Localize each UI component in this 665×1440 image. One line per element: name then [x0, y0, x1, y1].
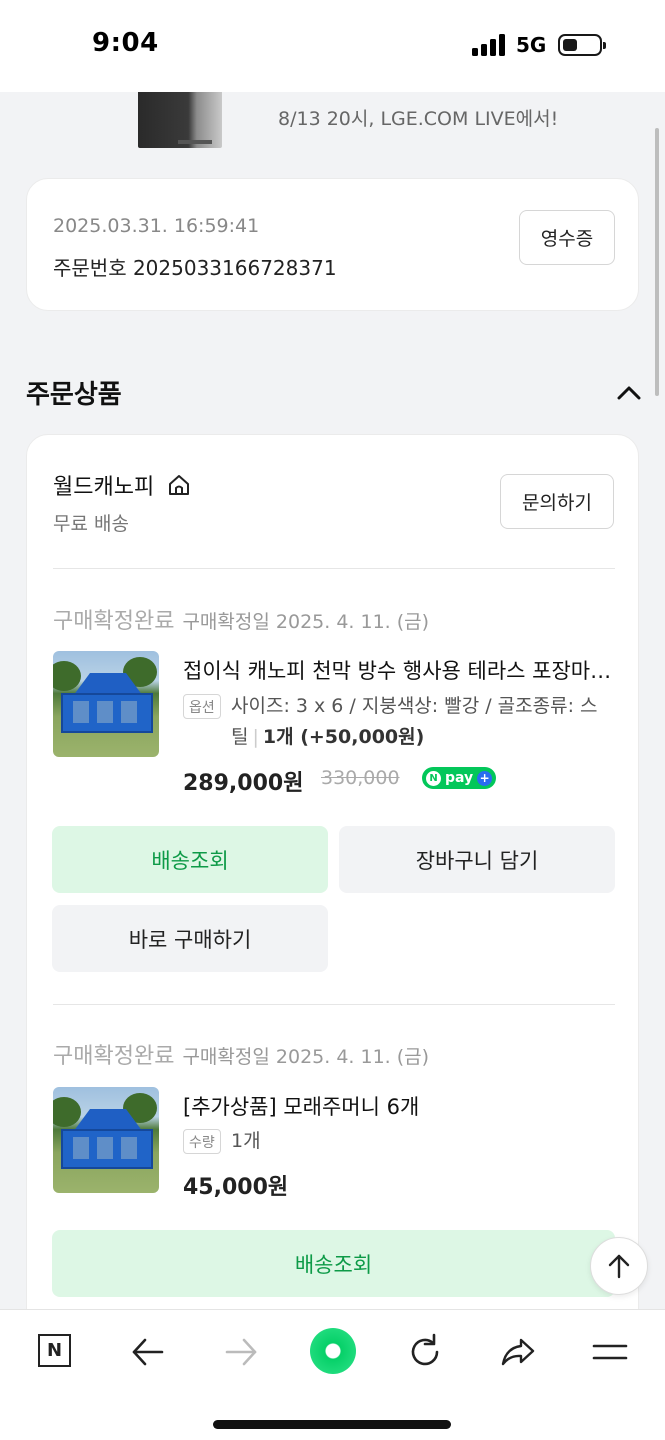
- back-arrow-icon[interactable]: [128, 1332, 168, 1372]
- quantity-tag: 수량: [183, 1129, 221, 1154]
- divider: [53, 568, 615, 569]
- inquiry-button[interactable]: 문의하기: [500, 474, 614, 529]
- status-label: 구매확정완료: [53, 1044, 175, 1069]
- status-time: 9:04: [92, 28, 159, 58]
- signal-icon: [472, 34, 508, 56]
- confirm-date: 구매확정일 2025. 4. 11. (금): [182, 1046, 430, 1068]
- option-quantity: 1개 (+50,000원): [262, 726, 425, 748]
- naver-n-icon[interactable]: N: [38, 1334, 71, 1367]
- item-status: 구매확정완료 구매확정일 2025. 4. 11. (금): [53, 603, 429, 635]
- chevron-up-icon[interactable]: [614, 380, 644, 404]
- receipt-button[interactable]: 영수증: [519, 210, 615, 265]
- menu-icon[interactable]: [590, 1332, 630, 1372]
- browser-toolbar: N: [0, 1309, 665, 1440]
- divider: [53, 1004, 615, 1005]
- order-number: 주문번호 2025033166728371: [53, 256, 337, 280]
- status-bar: 9:04 5G: [0, 0, 665, 92]
- option-line: 사이즈: 3 x 6 / 지붕색상: 빨강 / 골조종류: 스: [231, 695, 598, 717]
- banner-subtitle: 8/13 20시, LGE.COM LIVE에서!: [278, 108, 559, 130]
- status-label: 구매확정완료: [53, 609, 175, 634]
- track-delivery-button[interactable]: 배송조회: [52, 826, 328, 893]
- section-title: 주문상품: [26, 380, 122, 410]
- network-type: 5G: [516, 33, 547, 57]
- confirm-date: 구매확정일 2025. 4. 11. (금): [182, 611, 430, 633]
- product-title[interactable]: [추가상품] 모래주머니 6개: [183, 1091, 615, 1121]
- banner-product-image: [138, 92, 222, 148]
- order-items-card: 월드캐노피 무료 배송 문의하기 구매확정완료구매확정일 2025. 4. 11…: [26, 434, 639, 1334]
- home-indicator: [213, 1420, 451, 1429]
- product-thumbnail[interactable]: [53, 1087, 159, 1193]
- product-title[interactable]: 접이식 캐노피 천막 방수 행사용 테라스 포장마차 캠핑 그늘막: [183, 655, 615, 685]
- share-icon[interactable]: [498, 1332, 538, 1372]
- scrollbar[interactable]: [655, 128, 659, 396]
- green-dot-icon[interactable]: [310, 1328, 356, 1374]
- track-delivery-button[interactable]: 배송조회: [52, 1230, 615, 1297]
- add-to-cart-button[interactable]: 장바구니 담기: [339, 826, 615, 893]
- npay-n-icon: N: [426, 770, 441, 786]
- npay-label: pay: [445, 770, 474, 786]
- shipping-info: 무료 배송: [53, 513, 129, 535]
- item-price: 289,000원: [183, 771, 304, 796]
- npay-plus-badge: Npay +: [422, 767, 496, 789]
- plus-icon: +: [477, 770, 493, 786]
- item-status: 구매확정완료 구매확정일 2025. 4. 11. (금): [53, 1038, 429, 1070]
- promo-banner[interactable]: 8/13 20시, LGE.COM LIVE에서!: [0, 92, 665, 162]
- order-info-card: 2025.03.31. 16:59:41 주문번호 20250331667283…: [26, 178, 639, 311]
- order-datetime: 2025.03.31. 16:59:41: [53, 215, 260, 237]
- option-details: 사이즈: 3 x 6 / 지붕색상: 빨강 / 골조종류: 스 틸 | 1개 (+5…: [231, 695, 598, 748]
- product-thumbnail[interactable]: [53, 651, 159, 757]
- arrow-up-icon: [608, 1254, 630, 1279]
- scroll-to-top-button[interactable]: [590, 1237, 648, 1295]
- buy-now-button[interactable]: 바로 구매하기: [52, 905, 328, 972]
- refresh-icon[interactable]: [405, 1332, 445, 1372]
- option-tag: 옵션: [183, 694, 221, 719]
- quantity-value: 1개: [231, 1130, 261, 1152]
- original-price: 330,000: [321, 767, 400, 789]
- option-line-cont: 틸: [231, 726, 249, 748]
- battery-icon: [558, 34, 606, 56]
- item-price: 45,000원: [183, 1175, 289, 1200]
- store-home-icon[interactable]: [167, 473, 191, 497]
- seller-name[interactable]: 월드캐노피: [53, 469, 154, 501]
- forward-arrow-icon[interactable]: [221, 1332, 261, 1372]
